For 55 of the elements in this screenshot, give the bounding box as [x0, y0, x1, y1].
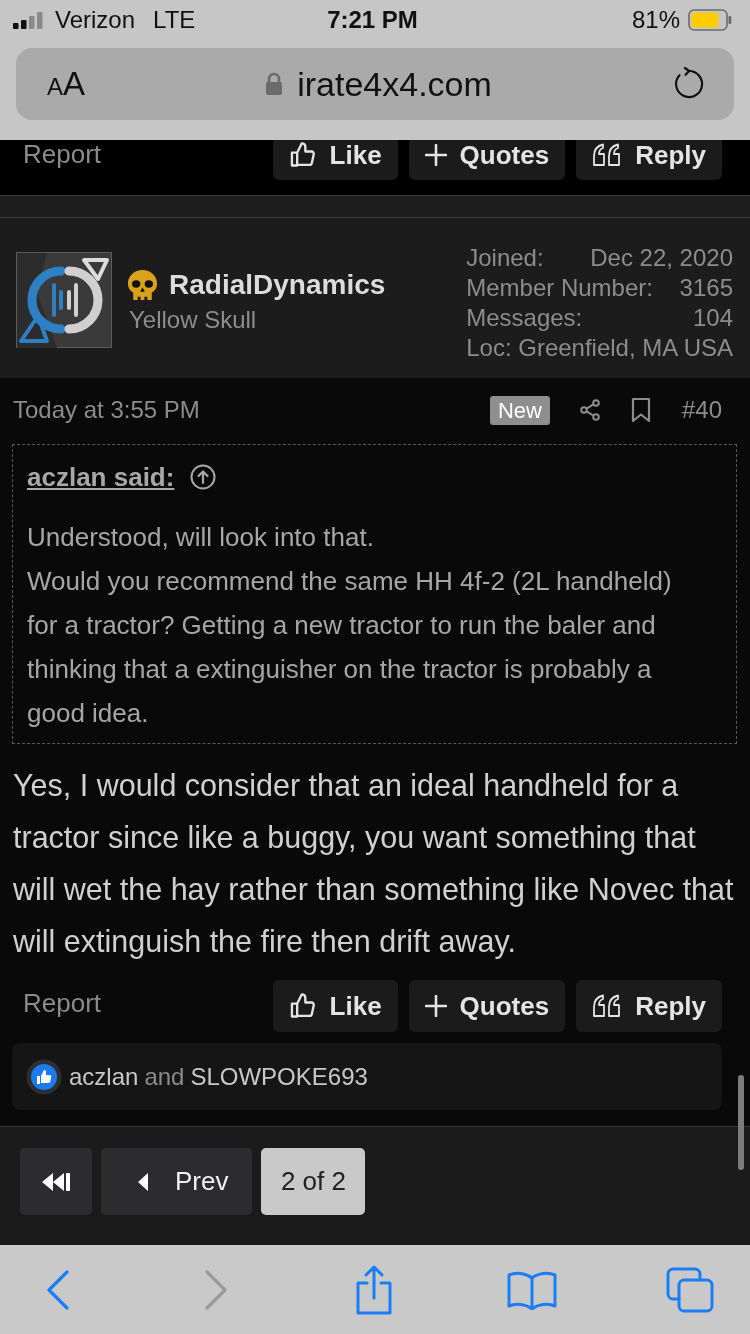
report-link[interactable]: Report: [23, 140, 102, 168]
plus-icon: [424, 144, 447, 166]
report-link[interactable]: Report: [23, 989, 102, 1017]
new-badge: New: [489, 395, 550, 425]
first-page-button[interactable]: [20, 1148, 92, 1215]
stat-value: 3165: [679, 273, 733, 303]
reply-button[interactable]: Reply: [576, 140, 722, 180]
quote-marks-icon: [592, 142, 623, 168]
carrier-name: Verizon: [55, 6, 136, 34]
stat-label: Messages:: [466, 303, 583, 333]
reply-button[interactable]: Reply: [576, 980, 722, 1032]
thumbs-up-icon: [288, 992, 317, 1020]
quote-text: Understood, will look into that.: [27, 521, 375, 554]
rewind-icon: [41, 1170, 71, 1193]
text-size-button[interactable]: AA: [47, 65, 86, 103]
username-link[interactable]: SLOWPOKE693: [190, 1062, 368, 1091]
thumbs-up-icon: [26, 1058, 62, 1095]
quote-author-link[interactable]: aczlan said:: [27, 461, 175, 493]
skull-icon: [125, 267, 160, 303]
like-button[interactable]: Like: [272, 140, 398, 180]
quotes-button[interactable]: Quotes: [408, 980, 566, 1032]
battery-icon: [688, 9, 732, 31]
lock-icon: [265, 72, 284, 96]
clock-time: 7:21 PM: [327, 6, 418, 34]
reaction-text: and: [144, 1062, 185, 1091]
network-type: LTE: [153, 6, 196, 34]
stat-value: 104: [692, 303, 733, 333]
address-bar[interactable]: AA irate4x4.com: [16, 48, 734, 120]
reload-icon[interactable]: [672, 67, 706, 101]
caret-left-icon: [137, 1171, 149, 1192]
like-button[interactable]: Like: [272, 980, 398, 1032]
user-title: Yellow Skull: [129, 305, 257, 335]
quotes-button[interactable]: Quotes: [408, 140, 566, 180]
signal-icon: [13, 11, 45, 29]
plus-icon: [424, 995, 447, 1017]
location-text: Loc: Greenfield, MA USA: [466, 333, 733, 363]
stat-label: Joined:: [466, 243, 544, 273]
arrow-up-circle-icon[interactable]: [190, 464, 217, 490]
username-link[interactable]: RadialDynamics: [169, 269, 386, 301]
share-icon[interactable]: [577, 398, 602, 422]
thumbs-up-icon: [288, 141, 317, 169]
quote-text: Would you recommend the same HH 4f-2 (2L handheld) for a tractor? Getting a new tractor to run the baler and thinking that a extinguisher on the tractor is probably a good idea.: [27, 565, 673, 730]
username-link[interactable]: aczlan: [69, 1062, 139, 1091]
post-number-link[interactable]: #40: [681, 396, 722, 424]
stat-label: Member Number:: [466, 273, 653, 303]
domain-text: irate4x4.com: [297, 64, 492, 104]
prev-page-button[interactable]: Prev: [101, 1148, 253, 1215]
avatar-icon: [16, 252, 112, 348]
quote-marks-icon: [592, 993, 623, 1019]
post-text: Yes, I would consider that an ideal handheld for a tractor since like a buggy, you want something that will wet the hay rather than something like Novec that will extinguish the fire then drift away.: [13, 767, 735, 961]
post-time-link[interactable]: Today at 3:55 PM: [13, 396, 200, 424]
page-indicator[interactable]: 2 of 2: [261, 1148, 366, 1215]
bookmark-icon[interactable]: [629, 397, 652, 423]
stat-value: Dec 22, 2020: [590, 243, 733, 273]
battery-percent: 81%: [631, 6, 680, 34]
